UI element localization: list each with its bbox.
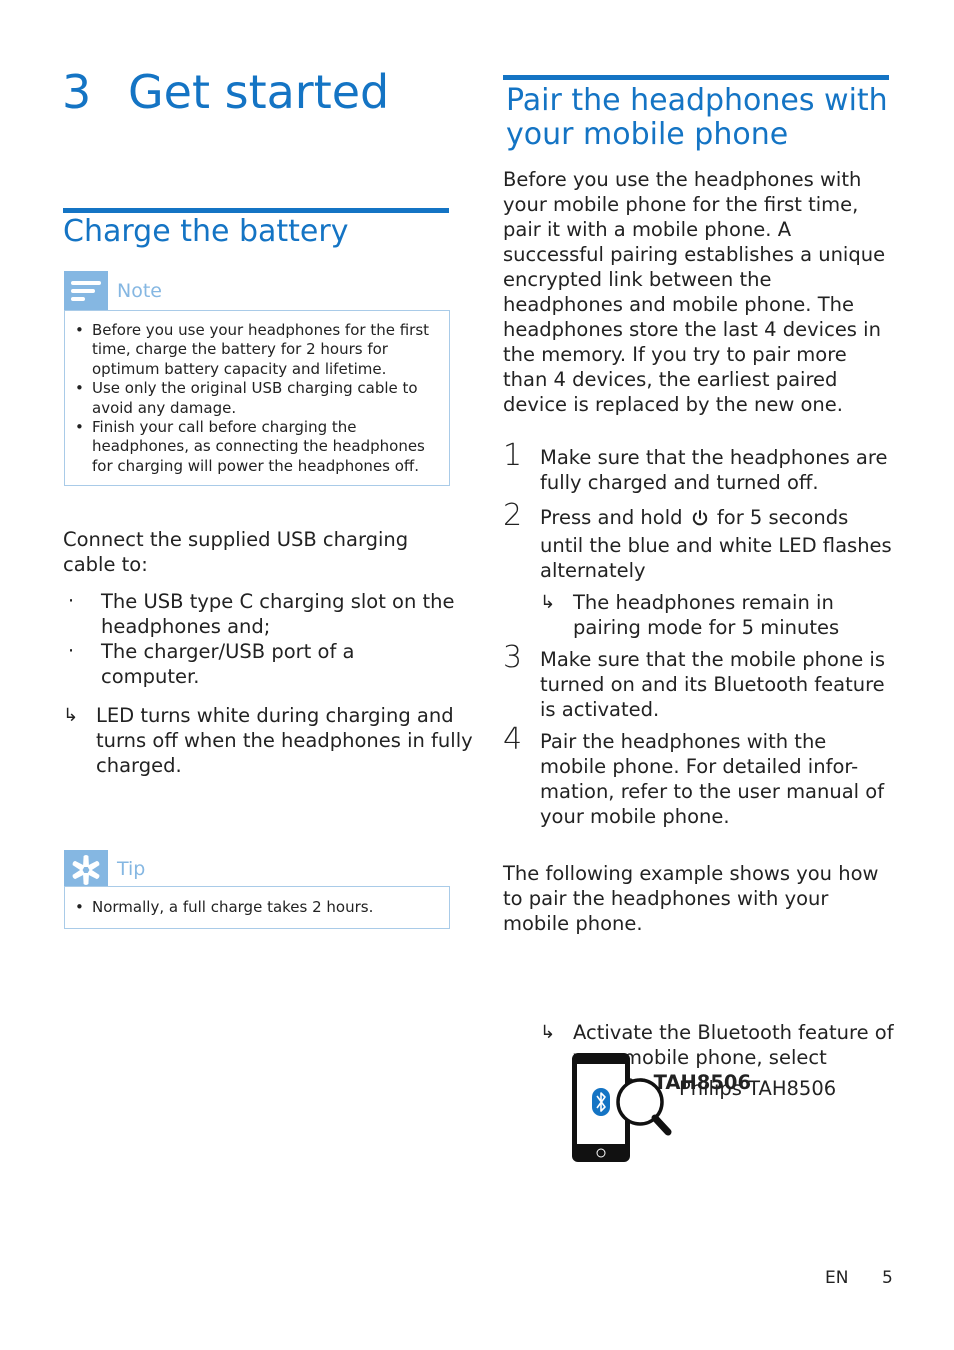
tip-label: Tip xyxy=(117,858,146,880)
page-number: 5 xyxy=(882,1268,893,1288)
tip-box: Normally, a full charge takes 2 hours. xyxy=(64,886,450,929)
result-arrow-icon: ↳ xyxy=(63,705,79,726)
section-title-pair: Pair the headphones with your mobile pho… xyxy=(506,83,888,152)
step-number: 2 xyxy=(503,498,523,533)
step-4: 4 Pair the headphones with the mobile ph… xyxy=(503,723,893,829)
pair-intro: Before you use the headphones with your … xyxy=(503,168,886,416)
chapter-number: 3 xyxy=(62,65,92,119)
charge-bullets: The USB type C charging slot on the head… xyxy=(63,589,455,689)
power-icon xyxy=(691,508,709,533)
bullet-item: The USB type C charging slot on the head… xyxy=(63,589,455,639)
phone-bluetooth-icon xyxy=(572,1053,672,1162)
tip-item: Normally, a full charge takes 2 hours. xyxy=(65,898,449,918)
step-text: Press and hold for 5 seconds until the b… xyxy=(540,505,893,583)
step-result-text: The headphones remain in pairing mode fo… xyxy=(573,591,840,639)
step-number: 1 xyxy=(503,438,523,473)
note-item: Use only the original USB charging cable… xyxy=(65,379,439,418)
note-item: Before you use your headphones for the f… xyxy=(65,321,439,379)
step-number: 3 xyxy=(503,640,523,675)
step-text: Make sure that the headphones are fully … xyxy=(540,446,888,494)
section-rule xyxy=(503,75,889,80)
illustration-device-label: Philips TAH8506 xyxy=(679,1077,837,1100)
bullet-item: The charger/USB port of a computer. xyxy=(63,639,455,689)
charge-result: ↳ LED turns white during charging and tu… xyxy=(63,703,488,778)
section-title-charge: Charge the battery xyxy=(63,214,349,249)
tip-asterisk-icon xyxy=(64,850,108,890)
note-box: Before you use your headphones for the f… xyxy=(64,310,450,486)
step-number: 4 xyxy=(503,722,523,757)
section-rule xyxy=(63,208,449,213)
note-label: Note xyxy=(117,280,162,302)
note-item: Finish your call before charging the hea… xyxy=(65,418,439,476)
step-2-result: ↳ The headphones remain in pairing mode … xyxy=(540,590,893,640)
note-icon xyxy=(64,271,108,311)
step-text-before: Press and hold xyxy=(540,506,683,529)
result-arrow-icon: ↳ xyxy=(540,1022,556,1043)
chapter-title: Get started xyxy=(128,65,390,119)
phone-search-illustration xyxy=(568,1050,678,1165)
step-text: Make sure that the mobile phone is turne… xyxy=(540,648,886,721)
example-intro: The following example shows you how to p… xyxy=(503,862,879,935)
step-2: 2 Press and hold for 5 seconds until the… xyxy=(503,499,893,640)
charge-intro: Connect the supplied USB charging cable … xyxy=(63,528,409,576)
footer-language: EN xyxy=(825,1268,849,1288)
step-text: Pair the headphones with the mobile phon… xyxy=(540,730,885,828)
step-3: 3 Make sure that the mobile phone is tur… xyxy=(503,641,893,722)
result-arrow-icon: ↳ xyxy=(540,592,556,613)
step-1: 1 Make sure that the headphones are full… xyxy=(503,439,893,495)
charge-result-text: LED turns white during charging and turn… xyxy=(96,704,473,777)
